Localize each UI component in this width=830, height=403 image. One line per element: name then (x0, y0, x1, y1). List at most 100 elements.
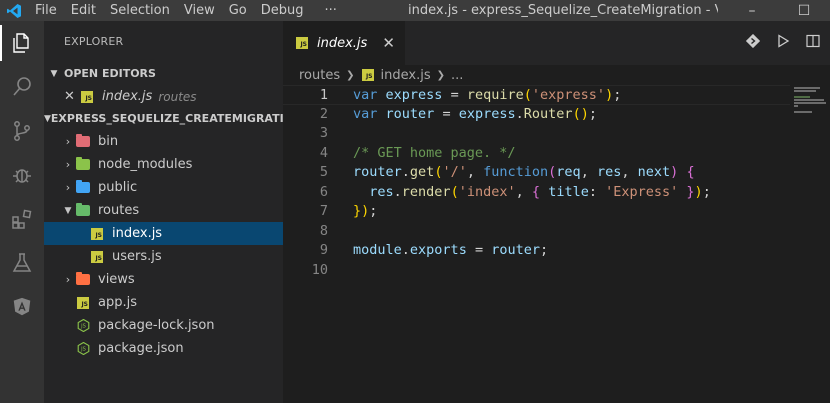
editor-tab-bar: JS index.js ✕ (283, 21, 830, 65)
chevron-down-icon: ▼ (44, 114, 51, 124)
line-number: 9 (319, 242, 328, 258)
menu-more[interactable]: ··· (311, 0, 344, 21)
code-line[interactable]: 2 var router = express.Router(); (283, 105, 790, 125)
chevron-right-icon: ❯ (346, 69, 355, 81)
breadcrumb-file[interactable]: index.js (381, 68, 431, 83)
menu-go[interactable]: Go (222, 0, 254, 21)
open-editor-folder: routes (158, 89, 197, 104)
menu-view[interactable]: View (177, 0, 222, 21)
explorer-sidebar: EXPLORER ▼ OPEN EDITORS ✕ JS index.js ro… (44, 21, 283, 403)
code-text[interactable]: router.get('/', function(req, res, next)… (328, 163, 695, 183)
minimize-button[interactable]: – (726, 0, 778, 21)
tab-label: index.js (317, 35, 368, 51)
code-line[interactable]: 6 res.render('index', { title: 'Express'… (283, 183, 790, 203)
sidebar-title: EXPLORER (64, 35, 124, 48)
menu-bar: File Edit Selection View Go Debug ··· (28, 0, 344, 21)
vscode-logo-icon (0, 0, 28, 21)
js-file-icon: JS (90, 250, 104, 264)
code-line[interactable]: 7}); (283, 202, 790, 222)
line-number: 5 (319, 164, 328, 180)
tree-item-bin[interactable]: › bin (44, 130, 283, 153)
debug-icon[interactable] (0, 153, 44, 197)
nodejs-icon: JS (76, 319, 90, 333)
code-text[interactable]: }); (328, 202, 377, 222)
open-editors-label: OPEN EDITORS (64, 67, 156, 80)
tree-item-node-modules[interactable]: › node_modules (44, 153, 283, 176)
open-editor-filename: index.js (102, 89, 153, 104)
js-file-icon: JS (90, 227, 104, 241)
project-header[interactable]: ▼ EXPRESS_SEQUELIZE_CREATEMIGRATI... (44, 108, 283, 130)
menu-file[interactable]: File (28, 0, 64, 21)
tree-item-package-json[interactable]: JS package.json (44, 337, 283, 360)
menu-edit[interactable]: Edit (64, 0, 103, 21)
tree-item-public[interactable]: › public (44, 176, 283, 199)
menu-debug[interactable]: Debug (254, 0, 311, 21)
extensions-icon[interactable] (0, 197, 44, 241)
code-text[interactable] (328, 222, 353, 242)
code-line[interactable]: 10 (283, 261, 790, 281)
code-line[interactable]: 9 module.exports = router; (283, 241, 790, 261)
tree-item-views[interactable]: › views (44, 268, 283, 291)
breadcrumb: routes ❯ JS index.js ❯ ... (283, 65, 830, 85)
explorer-icon[interactable] (0, 21, 44, 65)
code-editor[interactable]: 1 var express = require('express'); 2 var r… (283, 85, 790, 403)
line-number: 2 (319, 105, 328, 122)
tree-item-package-lock-json[interactable]: JS package-lock.json (44, 314, 283, 337)
tree-item-routes[interactable]: ▼ routes (44, 199, 283, 222)
code-line[interactable]: 3 (283, 124, 790, 144)
code-text[interactable] (328, 124, 353, 144)
breadcrumb-folder[interactable]: routes (299, 68, 340, 83)
testing-icon[interactable] (0, 241, 44, 285)
breadcrumb-more[interactable]: ... (451, 68, 463, 83)
line-number: 7 (319, 203, 328, 219)
tree-item-label: index.js (112, 226, 163, 241)
line-number: 6 (319, 183, 328, 200)
code-text[interactable]: var router = express.Router(); (328, 105, 597, 125)
code-text[interactable] (328, 261, 353, 281)
angular-icon[interactable] (0, 285, 44, 329)
search-icon[interactable] (0, 65, 44, 109)
tab-index-js[interactable]: JS index.js ✕ (283, 21, 405, 65)
split-editor-icon[interactable] (806, 34, 820, 52)
tree-item-users-js[interactable]: JS users.js (44, 245, 283, 268)
svg-text:JS: JS (80, 324, 86, 330)
open-editors-header[interactable]: ▼ OPEN EDITORS (44, 63, 283, 85)
tree-item-label: app.js (98, 295, 137, 310)
close-icon[interactable]: ✕ (382, 34, 395, 52)
line-number: 4 (319, 144, 328, 161)
code-text[interactable]: module.exports = router; (328, 241, 548, 261)
tree-item-index-js[interactable]: JS index.js (44, 222, 283, 245)
chevron-down-icon: ▼ (64, 205, 72, 216)
tree-item-app-js[interactable]: JS app.js (44, 291, 283, 314)
run-icon[interactable] (776, 34, 790, 52)
folder-icon (76, 134, 90, 149)
maximize-button[interactable]: ☐ (778, 0, 830, 21)
line-number: 3 (319, 125, 328, 141)
menu-selection[interactable]: Selection (103, 0, 177, 21)
folder-icon (76, 272, 90, 287)
folder-icon (76, 157, 90, 172)
code-line[interactable]: 5 router.get('/', function(req, res, next… (283, 163, 790, 183)
close-icon[interactable]: ✕ (64, 89, 80, 104)
window-title: index.js - express_Sequelize_CreateMigra… (408, 3, 718, 18)
git-compare-icon[interactable] (745, 33, 761, 52)
tree-item-label: package.json (98, 341, 184, 356)
minimap[interactable] (790, 85, 830, 403)
folder-open-icon (76, 203, 90, 218)
code-text[interactable]: /* GET home page. */ (328, 144, 516, 164)
code-text[interactable]: var express = require('express'); (328, 86, 621, 104)
chevron-down-icon: ▼ (50, 69, 58, 79)
source-control-icon[interactable] (0, 109, 44, 153)
code-line[interactable]: 1 var express = require('express'); (283, 85, 790, 105)
open-editor-item[interactable]: ✕ JS index.js routes (44, 85, 283, 108)
title-bar: File Edit Selection View Go Debug ··· in… (0, 0, 830, 21)
tree-item-label: public (98, 180, 138, 195)
tree-item-label: users.js (112, 249, 162, 264)
code-line[interactable]: 8 (283, 222, 790, 242)
code-text[interactable]: res.render('index', { title: 'Express' }… (328, 183, 711, 203)
chevron-right-icon: › (65, 181, 71, 194)
code-line[interactable]: 4/* GET home page. */ (283, 144, 790, 164)
line-number: 8 (319, 222, 328, 239)
chevron-right-icon: › (65, 135, 71, 148)
line-number: 1 (319, 87, 328, 103)
